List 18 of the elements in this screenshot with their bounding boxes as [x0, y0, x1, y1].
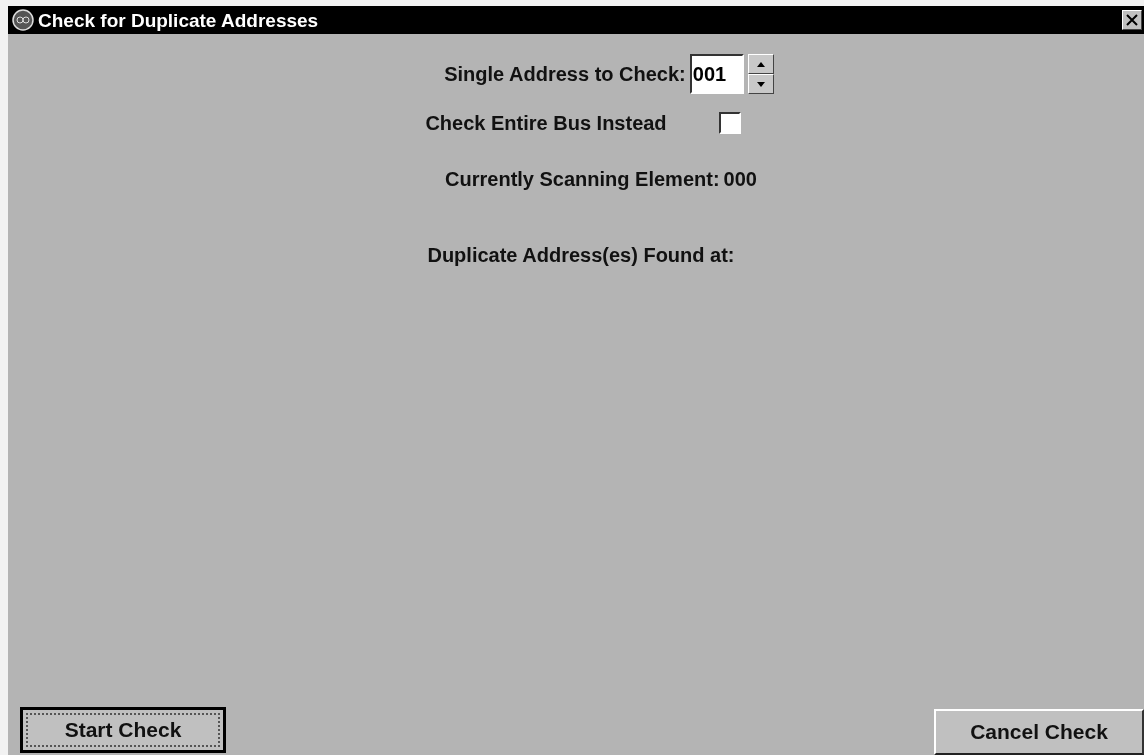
status-value: 000	[723, 167, 757, 192]
dialog-button[interactable]: Start Check	[20, 707, 226, 753]
close-button[interactable]	[1122, 10, 1142, 30]
results-label: Duplicate Address(es) Found at:	[427, 243, 735, 268]
checkbox[interactable]	[718, 112, 741, 134]
down-arrow-icon	[756, 81, 765, 87]
window-title: Check for Duplicate Addresses	[38, 10, 319, 30]
status-label: Currently Scanning Element:	[445, 167, 720, 192]
app-icon	[12, 9, 34, 31]
field-label: Single Address to Check:	[444, 62, 686, 87]
address-spinbox[interactable]: 001	[689, 54, 774, 94]
spin-down-button[interactable]	[747, 74, 774, 94]
spin-up-button[interactable]	[747, 54, 774, 74]
up-arrow-icon	[756, 61, 765, 67]
close-icon	[1126, 14, 1138, 26]
checkbox-label: Check Entire Bus Instead	[425, 111, 667, 136]
address-field[interactable]: 001	[689, 54, 744, 94]
dialog-button[interactable]: Cancel Check	[934, 709, 1144, 755]
